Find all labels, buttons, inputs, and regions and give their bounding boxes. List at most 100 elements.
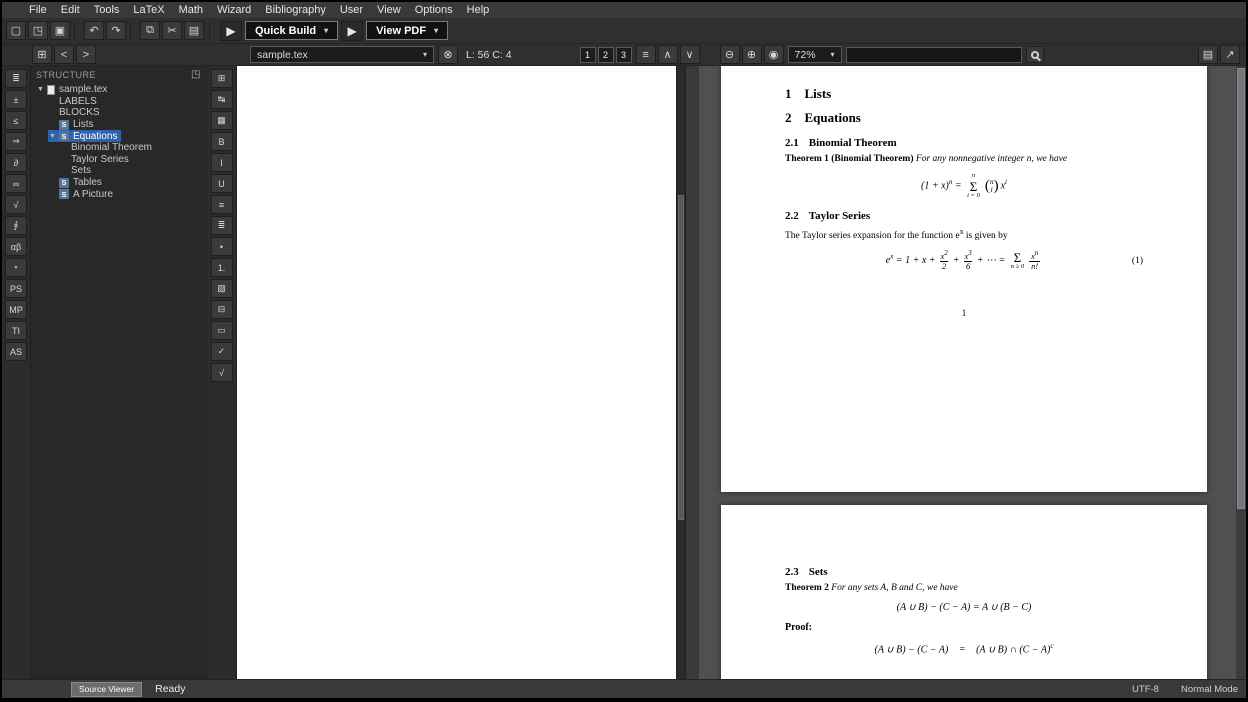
section-title: Lists bbox=[805, 86, 832, 102]
menu-bar: FileEditToolsLaTeXMathWizardBibliography… bbox=[2, 2, 1246, 18]
tree-item-label: Lists bbox=[73, 119, 94, 130]
tabular-wizard-icon[interactable]: ⊞ bbox=[211, 69, 233, 88]
menu-file[interactable]: File bbox=[22, 2, 54, 18]
tabbing-icon[interactable]: ↹ bbox=[211, 90, 233, 109]
tree-item-label: Taylor Series bbox=[71, 154, 129, 165]
menu-latex[interactable]: LaTeX bbox=[126, 2, 171, 18]
structure-tab-icon[interactable]: ≣ bbox=[5, 69, 27, 88]
tikz-tab-icon[interactable]: TI bbox=[5, 321, 27, 340]
italic-icon[interactable]: I bbox=[211, 153, 233, 172]
cut-icon[interactable]: ✂ bbox=[162, 21, 182, 40]
pdf-scrollbar[interactable] bbox=[1236, 66, 1246, 679]
next-section-icon[interactable]: ∨ bbox=[680, 45, 700, 64]
bold-icon[interactable]: B bbox=[211, 132, 233, 151]
menu-options[interactable]: Options bbox=[408, 2, 460, 18]
scrollbar-thumb[interactable] bbox=[1237, 68, 1245, 509]
bookmark-3-button[interactable]: 3 bbox=[616, 47, 632, 63]
quick-build-button[interactable]: Quick Build ▾ bbox=[245, 21, 338, 40]
scrollbar-thumb[interactable] bbox=[678, 195, 684, 520]
menu-edit[interactable]: Edit bbox=[54, 2, 87, 18]
tree-item-blocks[interactable]: BLOCKS bbox=[31, 107, 206, 119]
tree-item-equations[interactable]: ▼SEquations bbox=[31, 130, 206, 142]
arrows-tab-icon[interactable]: ⇒ bbox=[5, 132, 27, 151]
redo-icon[interactable]: ↷ bbox=[106, 21, 126, 40]
misc-symbols-tab-icon[interactable]: ∞ bbox=[5, 174, 27, 193]
operators-tab-icon[interactable]: ± bbox=[5, 90, 27, 109]
panel-menu-icon[interactable]: ◳ bbox=[191, 69, 201, 80]
check-icon[interactable]: ✓ bbox=[211, 342, 233, 361]
bookmark-2-button[interactable]: 2 bbox=[598, 47, 614, 63]
copy-icon[interactable]: ⧉ bbox=[140, 21, 160, 40]
prev-section-icon[interactable]: ∧ bbox=[658, 45, 678, 64]
menu-help[interactable]: Help bbox=[460, 2, 497, 18]
frame-icon[interactable]: ⊟ bbox=[211, 300, 233, 319]
prev-document-icon[interactable]: < bbox=[54, 45, 74, 64]
metapost-tab-icon[interactable]: MP bbox=[5, 300, 27, 319]
expand-arrow-icon[interactable]: ▼ bbox=[49, 133, 56, 140]
tree-item-taylor-series[interactable]: Taylor Series bbox=[31, 154, 206, 166]
pstricks-tab-icon[interactable]: PS bbox=[5, 279, 27, 298]
menu-wizard[interactable]: Wizard bbox=[210, 2, 258, 18]
search-icon[interactable] bbox=[1026, 46, 1044, 63]
tree-item-sample-tex[interactable]: ▼sample.tex bbox=[31, 84, 206, 96]
greek-tab-icon[interactable]: αβ bbox=[5, 237, 27, 256]
itemize-icon[interactable]: • bbox=[211, 237, 233, 256]
tree-item-sets[interactable]: Sets bbox=[31, 165, 206, 177]
open-file-icon[interactable]: ◳ bbox=[28, 21, 48, 40]
menu-view[interactable]: View bbox=[370, 2, 408, 18]
toolbar-separator bbox=[209, 22, 215, 40]
pdf-viewer[interactable]: 1 Lists 2 Equations 2.1 Binomial Theorem… bbox=[699, 66, 1246, 679]
source-editor bbox=[237, 66, 685, 679]
expand-arrow-icon[interactable]: ▼ bbox=[37, 86, 44, 93]
asymptote-tab-icon[interactable]: AS bbox=[5, 342, 27, 361]
zoom-out-icon[interactable]: ⊖ bbox=[720, 45, 740, 64]
detach-viewer-icon[interactable]: ↗ bbox=[1220, 45, 1240, 64]
new-file-icon[interactable]: ▢ bbox=[6, 21, 26, 40]
delimiters-tab-icon[interactable]: √ bbox=[5, 195, 27, 214]
save-icon[interactable]: ▣ bbox=[50, 21, 70, 40]
figure-env-icon[interactable]: ▦ bbox=[211, 111, 233, 130]
run-view-pdf-icon[interactable]: ▶ bbox=[341, 21, 363, 41]
tree-item-lists[interactable]: SLists bbox=[31, 119, 206, 131]
minipage-icon[interactable]: ▭ bbox=[211, 321, 233, 340]
pdf-page-strip[interactable] bbox=[685, 66, 699, 679]
sqrt-icon[interactable]: √ bbox=[211, 363, 233, 382]
editor-scrollbar[interactable] bbox=[676, 66, 685, 679]
underline-icon[interactable]: U bbox=[211, 174, 233, 193]
integrals-tab-icon[interactable]: ∮ bbox=[5, 216, 27, 235]
undo-icon[interactable]: ↶ bbox=[84, 21, 104, 40]
tree-item-binomial-theorem[interactable]: Binomial Theorem bbox=[31, 142, 206, 154]
tree-item-tables[interactable]: STables bbox=[31, 177, 206, 189]
documents-grid-icon[interactable]: ⊞ bbox=[32, 45, 52, 64]
most-used-tab-icon[interactable]: ⋆ bbox=[5, 258, 27, 277]
open-document-select[interactable]: sample.tex ▾ bbox=[250, 46, 434, 63]
code-editor[interactable] bbox=[237, 66, 676, 679]
fraction: x22 bbox=[940, 250, 948, 272]
bookmark-1-button[interactable]: 1 bbox=[580, 47, 596, 63]
presentation-eye-icon[interactable]: ◉ bbox=[764, 45, 784, 64]
close-document-icon[interactable]: ⊗ bbox=[438, 45, 458, 64]
pdf-search-input[interactable] bbox=[846, 47, 1022, 63]
menu-user[interactable]: User bbox=[333, 2, 370, 18]
align-center-icon[interactable]: ≣ bbox=[211, 216, 233, 235]
zoom-in-icon[interactable]: ⊕ bbox=[742, 45, 762, 64]
next-document-icon[interactable]: > bbox=[76, 45, 96, 64]
paste-icon[interactable]: ▤ bbox=[184, 21, 204, 40]
menu-bibliography[interactable]: Bibliography bbox=[258, 2, 333, 18]
source-viewer-button[interactable]: Source Viewer bbox=[71, 682, 142, 697]
tree-item-a-picture[interactable]: SA Picture bbox=[31, 188, 206, 200]
view-pdf-button[interactable]: View PDF ▾ bbox=[366, 21, 448, 40]
enumerate-icon[interactable]: 1. bbox=[211, 258, 233, 277]
menu-math[interactable]: Math bbox=[172, 2, 210, 18]
picture-icon[interactable]: ▨ bbox=[211, 279, 233, 298]
print-icon[interactable]: ▤ bbox=[1198, 45, 1218, 64]
zoom-select[interactable]: 72% ▾ bbox=[788, 46, 842, 63]
relations-tab-icon[interactable]: ≤ bbox=[5, 111, 27, 130]
align-left-icon[interactable]: ≡ bbox=[211, 195, 233, 214]
tree-item-labels[interactable]: LABELS bbox=[31, 96, 206, 108]
misc-math-tab-icon[interactable]: ∂ bbox=[5, 153, 27, 172]
run-quick-build-icon[interactable]: ▶ bbox=[220, 21, 242, 41]
status-message: Ready bbox=[155, 683, 185, 695]
menu-tools[interactable]: Tools bbox=[87, 2, 127, 18]
structure-list-icon[interactable]: ≡ bbox=[636, 45, 656, 64]
